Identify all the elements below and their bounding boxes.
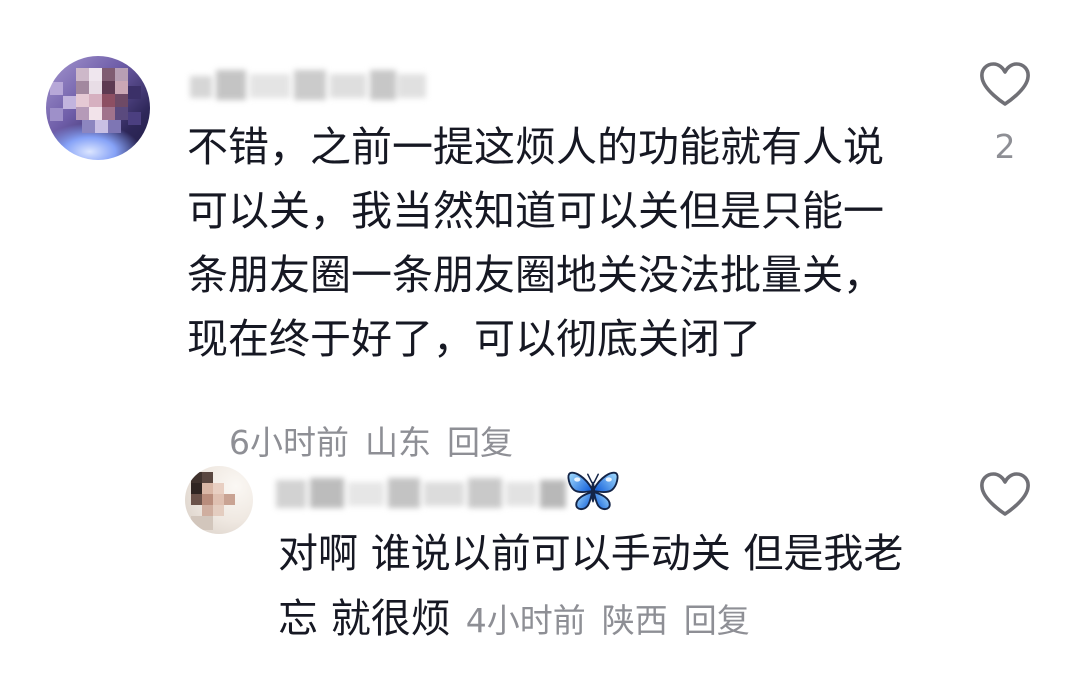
comment-text-line: 可以关，我当然知道可以关但是只能一 [187, 187, 884, 235]
butterfly-wing [593, 490, 611, 511]
butterfly-body [591, 481, 595, 503]
butterfly-emoji-icon [567, 471, 619, 511]
like-count: 2 [994, 127, 1016, 166]
reply-item: 对啊 谁说以前可以手动关 但是我老 忘 就很烦 4小时前 陕西 回复 [0, 450, 1080, 699]
butterfly-wing [575, 490, 593, 511]
comment-text-line: 现在终于好了，可以彻底关闭了 [187, 315, 761, 363]
reply-location: 陕西 [601, 601, 668, 640]
comment-item: 2 不错，之前一提这烦人的功能就有人说 可以关，我当然知道可以关但是只能一 条朋… [0, 0, 1080, 462]
heart-outline-icon [980, 472, 1030, 516]
commenter-avatar[interactable] [46, 56, 150, 160]
heart-outline-path [980, 472, 1030, 516]
heart-outline-path [980, 62, 1030, 106]
replier-avatar[interactable] [185, 466, 253, 534]
reply-meta: 4小时前 陕西 回复 [466, 601, 750, 640]
reply-text-line: 对啊 谁说以前可以手动关 但是我老 [278, 531, 904, 577]
comment-text-line: 条朋友圈一条朋友圈地关没法批量关， [187, 251, 884, 299]
reply-text-line-with-meta: 忘 就很烦 4小时前 陕西 回复 [278, 587, 903, 652]
comment-text: 不错，之前一提这烦人的功能就有人说 可以关，我当然知道可以关但是只能一 条朋友圈… [187, 115, 884, 371]
like-button[interactable] [978, 470, 1032, 520]
butterfly-highlight [605, 477, 612, 482]
butterfly-antennae [587, 473, 599, 484]
replier-username-blurred[interactable] [276, 474, 566, 512]
reply-button[interactable]: 回复 [684, 601, 750, 640]
butterfly-highlight [574, 477, 581, 482]
reply-text-line: 忘 就很烦 [278, 596, 451, 642]
commenter-username-blurred[interactable] [190, 66, 426, 104]
comment-text-line: 不错，之前一提这烦人的功能就有人说 [187, 123, 884, 171]
heart-outline-icon [980, 62, 1030, 106]
like-button[interactable] [978, 60, 1032, 110]
reply-text: 对啊 谁说以前可以手动关 但是我老 忘 就很烦 4小时前 陕西 回复 [278, 522, 903, 652]
reply-time: 4小时前 [465, 601, 586, 640]
